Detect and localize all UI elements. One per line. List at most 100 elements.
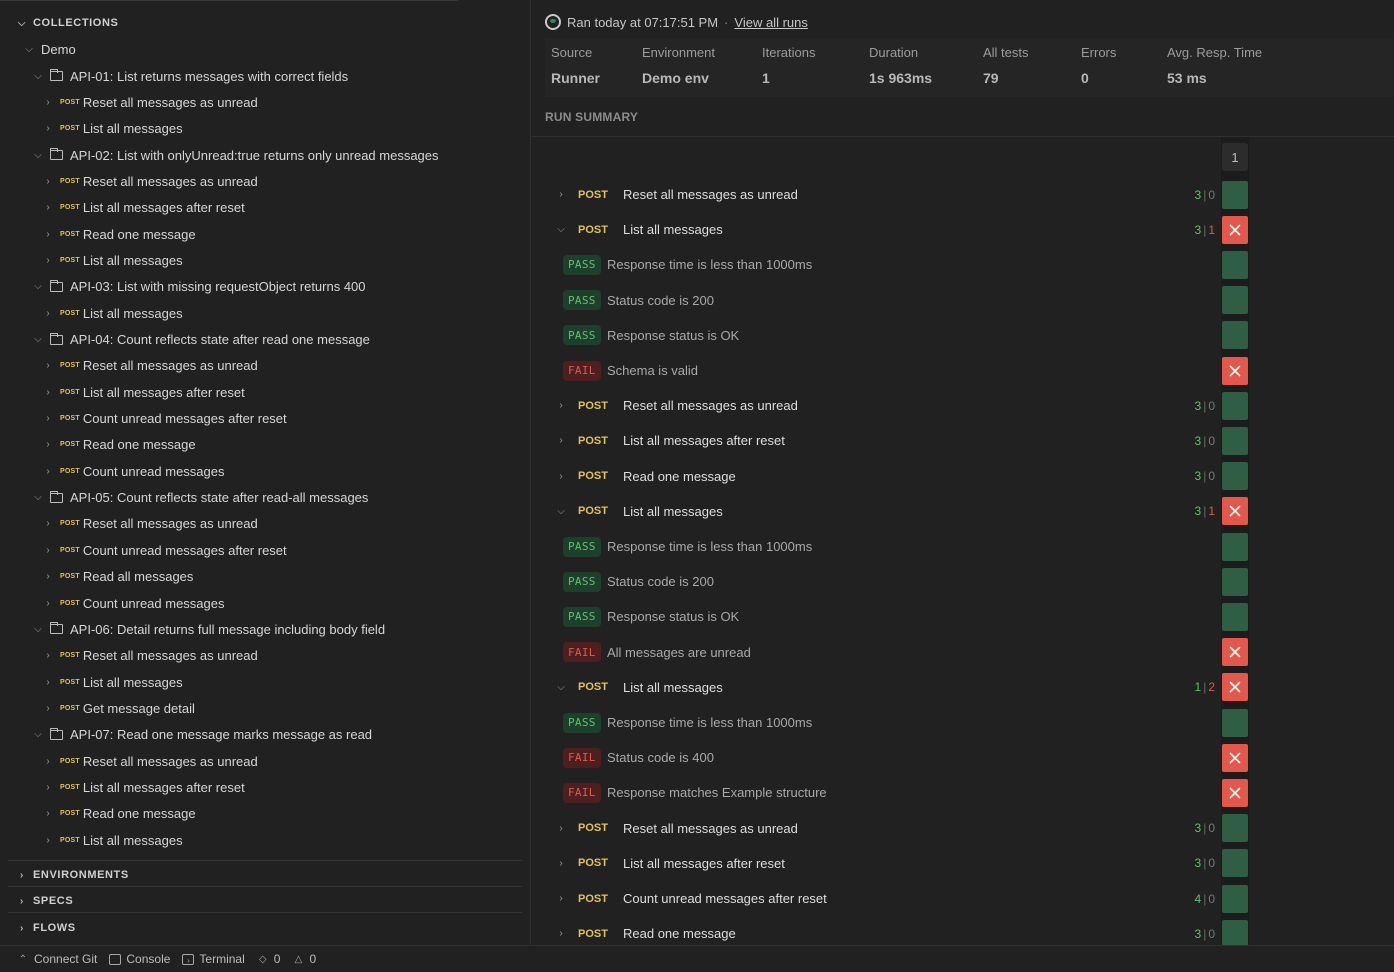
view-all-runs-link[interactable]: View all runs bbox=[734, 15, 807, 30]
chevron-right-icon[interactable]: › bbox=[556, 858, 566, 869]
request-item[interactable]: › POST List all messages bbox=[42, 117, 183, 141]
console-button[interactable]: Console bbox=[109, 952, 170, 966]
iteration-cell-pass[interactable] bbox=[1222, 919, 1248, 945]
request-label: List all messages bbox=[82, 121, 183, 137]
request-item[interactable]: › POST Reset all messages as unread bbox=[42, 354, 257, 378]
request-item[interactable]: › POST Read all messages bbox=[42, 565, 193, 589]
terminal-button[interactable]: › Terminal bbox=[182, 952, 245, 966]
iteration-cell-fail[interactable] bbox=[1222, 743, 1248, 772]
result-request-row[interactable]: › POST Read one message 3 | 0 bbox=[532, 459, 1221, 494]
iteration-cell-pass[interactable] bbox=[1222, 250, 1248, 279]
iteration-cell-pass[interactable] bbox=[1222, 532, 1248, 561]
request-label: List all messages bbox=[82, 252, 183, 268]
stat-label: Iterations bbox=[762, 45, 816, 60]
result-test-row: FAIL All messages are unread bbox=[532, 635, 1221, 670]
iteration-cell-fail[interactable] bbox=[1222, 673, 1248, 702]
chevron-right-icon: › bbox=[46, 386, 50, 398]
collection-demo[interactable]: ⌵ Demo bbox=[23, 37, 75, 61]
section-header-flows[interactable]: › FLOWS bbox=[16, 918, 76, 938]
chevron-down-icon[interactable]: ⌵ bbox=[556, 506, 566, 517]
request-item[interactable]: › POST List all messages bbox=[42, 670, 182, 694]
request-item[interactable]: › POST List all messages after reset bbox=[42, 380, 244, 404]
folder-item[interactable]: ⌵ API-04: Count reflects state after read… bbox=[32, 328, 370, 352]
result-request-row[interactable]: ⌵ POST List all messages 3 | 1 bbox=[532, 494, 1221, 529]
result-request-row[interactable]: › POST List all messages after reset 3 | 0 bbox=[532, 423, 1221, 458]
request-item[interactable]: › POST List all messages bbox=[42, 301, 182, 325]
folder-item[interactable]: ⌵ API-02: List with onlyUnread:true retur… bbox=[32, 143, 438, 167]
request-item[interactable]: › POST Count unread messages bbox=[42, 591, 224, 615]
request-item[interactable]: › POST Count unread messages after reset bbox=[42, 407, 286, 431]
request-item[interactable]: › POST Read one message bbox=[42, 802, 195, 826]
warnings-indicator[interactable]: △ 0 bbox=[292, 952, 317, 966]
request-item[interactable]: › POST Reset all messages as unread bbox=[42, 90, 258, 114]
result-request-row[interactable]: › POST Reset all messages as unread 3 | 0 bbox=[532, 811, 1221, 846]
iteration-cell-pass[interactable] bbox=[1222, 567, 1248, 596]
iteration-cell-pass[interactable] bbox=[1222, 884, 1248, 913]
iteration-cell-pass[interactable] bbox=[1222, 849, 1248, 878]
result-request-row[interactable]: › POST Reset all messages as unread 3 | 0 bbox=[532, 388, 1221, 423]
chevron-right-icon[interactable]: › bbox=[556, 471, 566, 482]
iteration-cell-pass[interactable] bbox=[1222, 708, 1248, 737]
chevron-right-icon[interactable]: › bbox=[556, 893, 566, 904]
result-request-row[interactable]: › POST Count unread messages after reset 4 |… bbox=[532, 881, 1221, 916]
iteration-cell-pass[interactable] bbox=[1222, 321, 1248, 350]
chevron-right-icon[interactable]: › bbox=[556, 435, 566, 446]
result-request-row[interactable]: › POST List all messages after reset 3 | 0 bbox=[532, 846, 1221, 881]
fail-count: 0 bbox=[1208, 926, 1215, 941]
test-result-badge: FAIL bbox=[563, 747, 601, 768]
iteration-cell-pass[interactable] bbox=[1222, 426, 1248, 455]
section-header-environments[interactable]: › ENVIRONMENTS bbox=[16, 865, 129, 885]
request-item[interactable]: › POST Reset all messages as unread bbox=[42, 512, 257, 536]
folder-item[interactable]: ⌵ API-07: Read one message marks message … bbox=[32, 723, 372, 747]
request-item[interactable]: › POST Count unread messages bbox=[42, 459, 224, 483]
request-label: Reset all messages as unread bbox=[82, 94, 258, 110]
request-item[interactable]: › POST Get message detail bbox=[42, 696, 195, 720]
collections-section-header[interactable]: ⌵ COLLECTIONS bbox=[16, 13, 118, 33]
chevron-down-icon[interactable]: ⌵ bbox=[556, 682, 566, 693]
folder-item[interactable]: ⌵ API-05: Count reflects state after read… bbox=[32, 486, 368, 510]
iteration-cell-fail[interactable] bbox=[1222, 215, 1248, 244]
result-request-row[interactable]: › POST Reset all messages as unread 3 | 0 bbox=[532, 177, 1221, 212]
iteration-cell-fail[interactable] bbox=[1222, 356, 1248, 385]
chevron-right-icon[interactable]: › bbox=[556, 189, 566, 200]
request-item[interactable]: › POST List all messages after reset bbox=[42, 775, 244, 799]
chevron-right-icon[interactable]: › bbox=[556, 400, 566, 411]
request-item[interactable]: › POST List all messages bbox=[42, 248, 183, 272]
chevron-right-icon[interactable]: › bbox=[556, 823, 566, 834]
iteration-cell-pass[interactable] bbox=[1222, 602, 1248, 631]
request-item[interactable]: › POST Count unread messages after reset bbox=[42, 538, 286, 562]
folder-item[interactable]: ⌵ API-06: Detail returns full message inc… bbox=[32, 617, 385, 641]
folder-item[interactable]: ⌵ API-01: List returns messages with corr… bbox=[32, 64, 348, 88]
iteration-cell-pass[interactable] bbox=[1222, 391, 1248, 420]
request-item[interactable]: › POST Reset all messages as unread bbox=[42, 749, 257, 773]
pass-count: 1 bbox=[1194, 680, 1202, 695]
iteration-cell-fail[interactable] bbox=[1222, 497, 1248, 526]
request-item[interactable]: › POST Reset all messages as unread bbox=[42, 644, 257, 668]
request-item[interactable]: › POST Read one message bbox=[42, 222, 195, 246]
result-request-row[interactable]: ⌵ POST List all messages 1 | 2 bbox=[532, 670, 1221, 705]
request-item[interactable]: › POST List all messages bbox=[42, 828, 182, 852]
chevron-down-icon: ⌵ bbox=[34, 492, 42, 504]
request-item[interactable]: › POST List all messages after reset bbox=[42, 196, 244, 220]
iteration-cell-fail[interactable] bbox=[1222, 638, 1248, 667]
iteration-cell-fail[interactable] bbox=[1222, 778, 1248, 807]
section-header-specs[interactable]: › SPECS bbox=[16, 891, 73, 911]
iteration-cell-pass[interactable] bbox=[1222, 286, 1248, 315]
test-name: Response status is OK bbox=[607, 609, 740, 625]
method-badge: POST bbox=[60, 415, 80, 423]
chevron-down-icon: ⌵ bbox=[34, 281, 42, 293]
folder-item[interactable]: ⌵ API-03: List with missing requestObject… bbox=[32, 275, 365, 299]
chevron-right-icon[interactable]: › bbox=[556, 928, 566, 939]
iteration-header[interactable]: 1 bbox=[1222, 143, 1248, 171]
iteration-cell-pass[interactable] bbox=[1222, 180, 1248, 209]
iteration-cell-pass[interactable] bbox=[1222, 462, 1248, 491]
connect-git-button[interactable]: ⌃ Connect Git bbox=[17, 952, 98, 966]
result-request-row[interactable]: › POST Read one message 3 | 0 bbox=[532, 916, 1221, 945]
request-item[interactable]: › POST Read one message bbox=[42, 433, 195, 457]
iteration-cell-pass[interactable] bbox=[1222, 814, 1248, 843]
chevron-down-icon[interactable]: ⌵ bbox=[556, 224, 566, 235]
result-request-row[interactable]: ⌵ POST List all messages 3 | 1 bbox=[532, 212, 1221, 247]
test-result-badge: FAIL bbox=[563, 360, 601, 381]
request-item[interactable]: › POST Reset all messages as unread bbox=[42, 169, 257, 193]
errors-indicator[interactable]: ◇ 0 bbox=[257, 952, 281, 966]
